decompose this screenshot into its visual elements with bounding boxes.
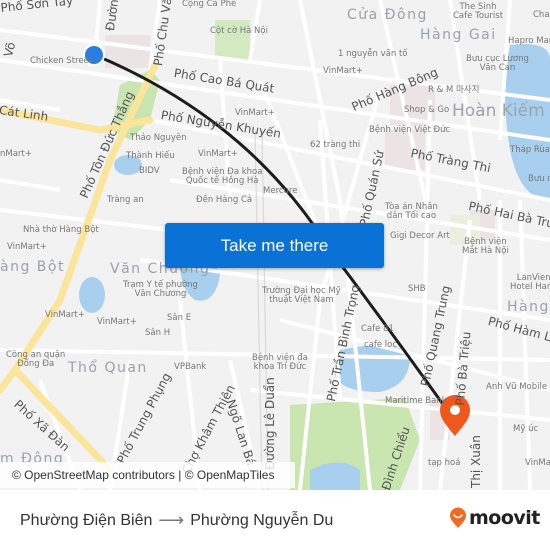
poi-label: Shop & Go (404, 105, 450, 115)
poi-label: VPBank (174, 362, 207, 372)
poi-label: Mercure (263, 186, 298, 196)
poi-label: 62 tràng thi (310, 140, 361, 150)
area-label: Hàng Gai (420, 27, 497, 43)
poi-label: Hapro Mar (508, 36, 550, 46)
map-view[interactable]: Phố Sơn Tây Đường Phố Chu Văn Phố Cao Bá… (0, 0, 550, 490)
moovit-wordmark: moovit (469, 507, 540, 529)
destination-name: Phường Nguyễn Du (190, 511, 334, 529)
poi-label: Cafe 81 (361, 324, 394, 334)
poi-label: Bệnh viện Mắt Hà Nội (462, 237, 509, 256)
poi-label: The Sinh Cafe Tourist (453, 2, 504, 21)
route-summary: Phường Điện Biên ⟶ Phường Nguyễn Du (20, 510, 333, 531)
poi-label: cafe loc (364, 340, 398, 350)
poi-label: Đền Hàng Cả (196, 195, 253, 205)
area-label: Hoàn Kiếm (452, 101, 545, 121)
poi-label: VinMart+ (235, 108, 275, 118)
poi-label: Trường Đại học Mỹ thuật Việt Nam (262, 286, 341, 305)
lake (79, 277, 105, 313)
poi-label: LanVien Hotel Hano (510, 273, 550, 292)
poi-label: Cột cờ Hà Nội (210, 26, 268, 36)
poi-label: VinMa (525, 458, 550, 468)
poi-label: 1 nguyễn văn tố (338, 49, 408, 59)
street-label: Đường Lê Duẩn (263, 377, 277, 470)
poi-label: SHB (408, 284, 426, 294)
poi-label: Bệnh viện Việt Đức (369, 125, 451, 135)
poi-label: VinMart+ (97, 317, 137, 327)
poi-label: Cha (533, 10, 550, 20)
street-label: Võ (1, 40, 19, 59)
area-label: àng Bột (0, 259, 65, 275)
poi-label: Chicken Street (30, 56, 93, 66)
poi-label: Công an quận Đống Đa (6, 350, 66, 369)
poi-label: Bệnh viện Đa khoa Quốc tế Hồng Hà (182, 167, 263, 186)
origin-name: Phường Điện Biên (20, 511, 153, 529)
moovit-pin-icon (450, 507, 466, 528)
poi-label: Cộng Cà Phê (182, 0, 237, 9)
poi-label: Thảo Nguyên (130, 133, 187, 143)
poi-label: tạp hoá (428, 458, 461, 468)
poi-label: Bưu đ (528, 174, 550, 184)
poi-label: nMart+ (0, 149, 32, 159)
poi-label: Sân E (167, 313, 192, 323)
street-label: Thị Xuân (469, 435, 483, 488)
poi-label: Trạm Y tế phường Văn Chương (123, 280, 198, 299)
arrow-right-icon: ⟶ (158, 510, 185, 530)
poi-label: VinMart+ (45, 310, 85, 320)
area-label: Hàng B (507, 299, 550, 315)
poi-label: BIDV (139, 166, 160, 176)
poi-label: VinMart+ (198, 149, 238, 159)
poi-label: Maritime Bank (385, 396, 447, 406)
take-me-there-button[interactable]: Take me there (165, 223, 384, 268)
poi-label: VinMart+ (7, 242, 47, 252)
poi-label: Mỹ úc (513, 424, 539, 434)
poi-label: Anh Vũ Mobile (486, 382, 548, 392)
area-label: Thổ Quan (68, 360, 148, 376)
poi-label: Bưu cục Lương Văn Can (466, 54, 529, 73)
poi-label: Thành Hiếu (126, 151, 175, 161)
poi-label: Bệnh viện đa khoa Trí Đức (252, 353, 308, 372)
poi-label: Nhà thờ Hàng Bột (23, 225, 99, 235)
poi-label: R & M 마사지 (428, 85, 480, 95)
poi-label: Tòa án Nhân dân Tối cao (385, 202, 438, 221)
poi-label: VinMart+ (323, 66, 363, 76)
map-attribution[interactable]: © OpenStreetMap contributors | © OpenMap… (0, 462, 295, 488)
moovit-logo[interactable]: moovit (449, 507, 540, 529)
footer-bar: Phường Điện Biên ⟶ Phường Nguyễn Du moov… (0, 490, 550, 550)
poi-label: Tràng an (107, 195, 144, 205)
poi-label: Sân H (145, 328, 171, 338)
poi-label: Tháp Rùa (510, 145, 550, 155)
poi-label: Gigi Decor Art (390, 231, 450, 241)
area-label: Cửa Đông (347, 7, 428, 23)
